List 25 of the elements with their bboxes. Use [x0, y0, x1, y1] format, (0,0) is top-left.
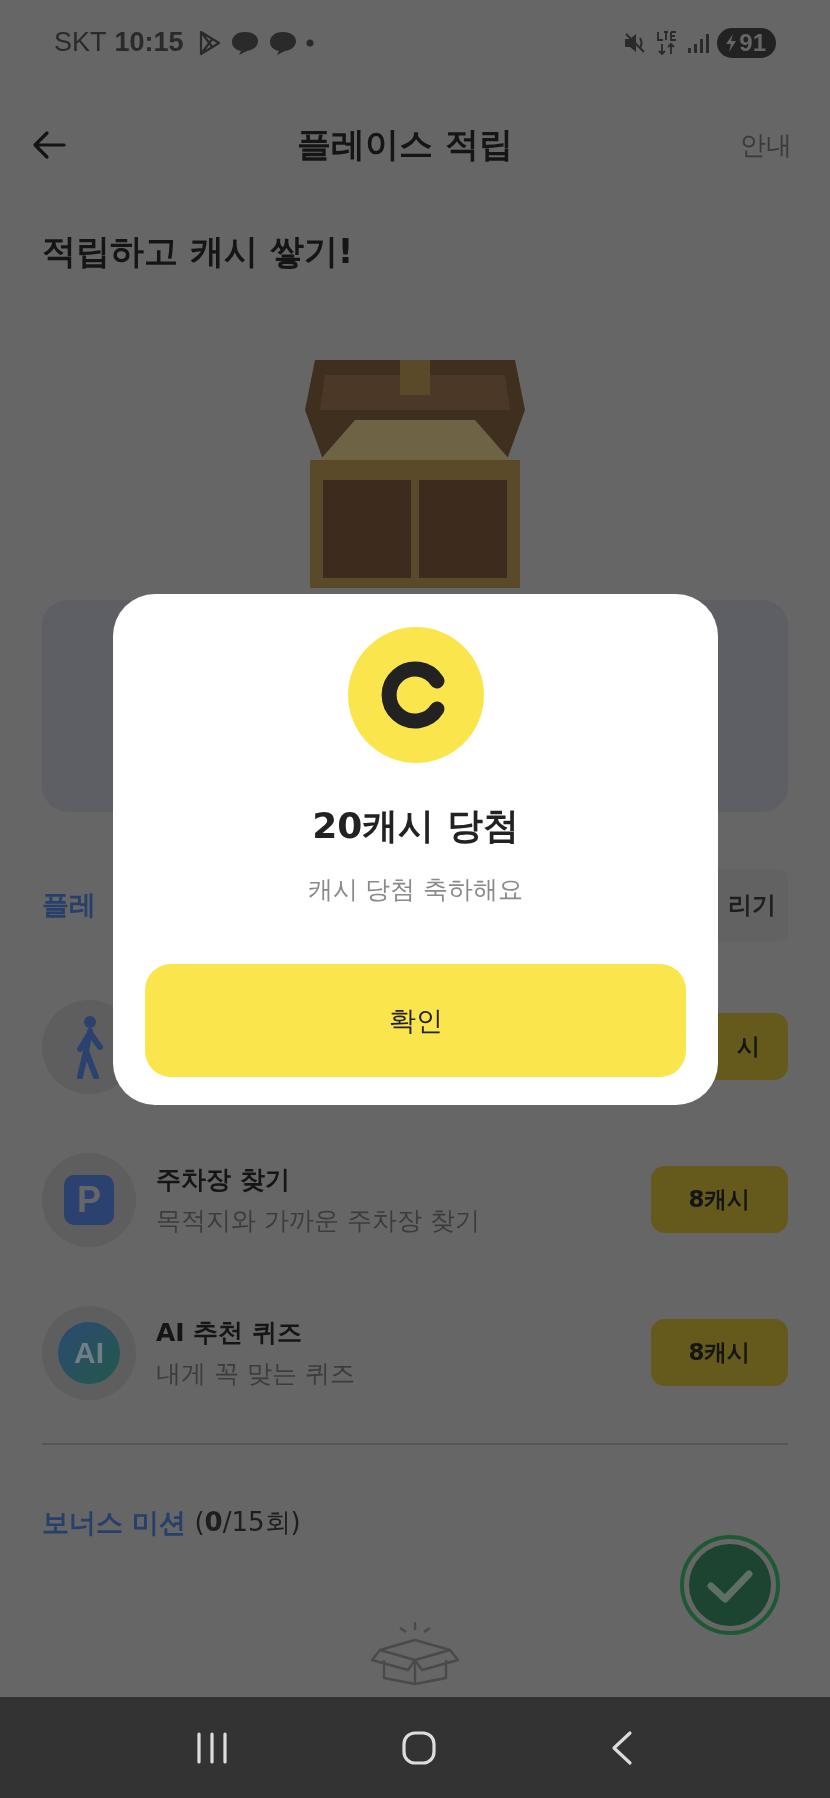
ai-icon: AI	[42, 1305, 136, 1400]
bonus-title: 보너스 미션	[42, 1505, 187, 1540]
headline: 적립하고 캐시 쌓기!	[41, 230, 355, 273]
parking-icon: P	[42, 1152, 136, 1247]
open-box-icon	[370, 1620, 460, 1686]
signal-icon	[687, 31, 710, 54]
clock: 10:15	[114, 27, 184, 58]
carrier: SKT	[54, 27, 107, 58]
mission-title: AI 추천 퀴즈	[156, 1316, 304, 1349]
check-button[interactable]	[678, 1533, 782, 1637]
mission-title: 주차장 찾기	[156, 1163, 291, 1196]
section-title: 플레	[42, 888, 96, 922]
coin-icon	[346, 626, 485, 764]
dot-icon	[305, 38, 314, 47]
page-title: 플레이스 적립	[297, 123, 513, 166]
reward-button[interactable]: 8캐시	[651, 1319, 788, 1386]
confirm-button[interactable]: 확인	[145, 964, 686, 1077]
dialog-title: 20캐시 당첨	[312, 804, 519, 848]
battery-indicator: 91	[717, 27, 776, 58]
play-store-icon	[197, 29, 222, 56]
bonus-count: (0/15회)	[194, 1506, 301, 1539]
reward-button[interactable]: 8캐시	[651, 1166, 788, 1233]
chat-icon	[267, 29, 298, 56]
chat-icon	[229, 29, 260, 56]
dialog-message: 캐시 당첨 축하해요	[307, 874, 524, 906]
